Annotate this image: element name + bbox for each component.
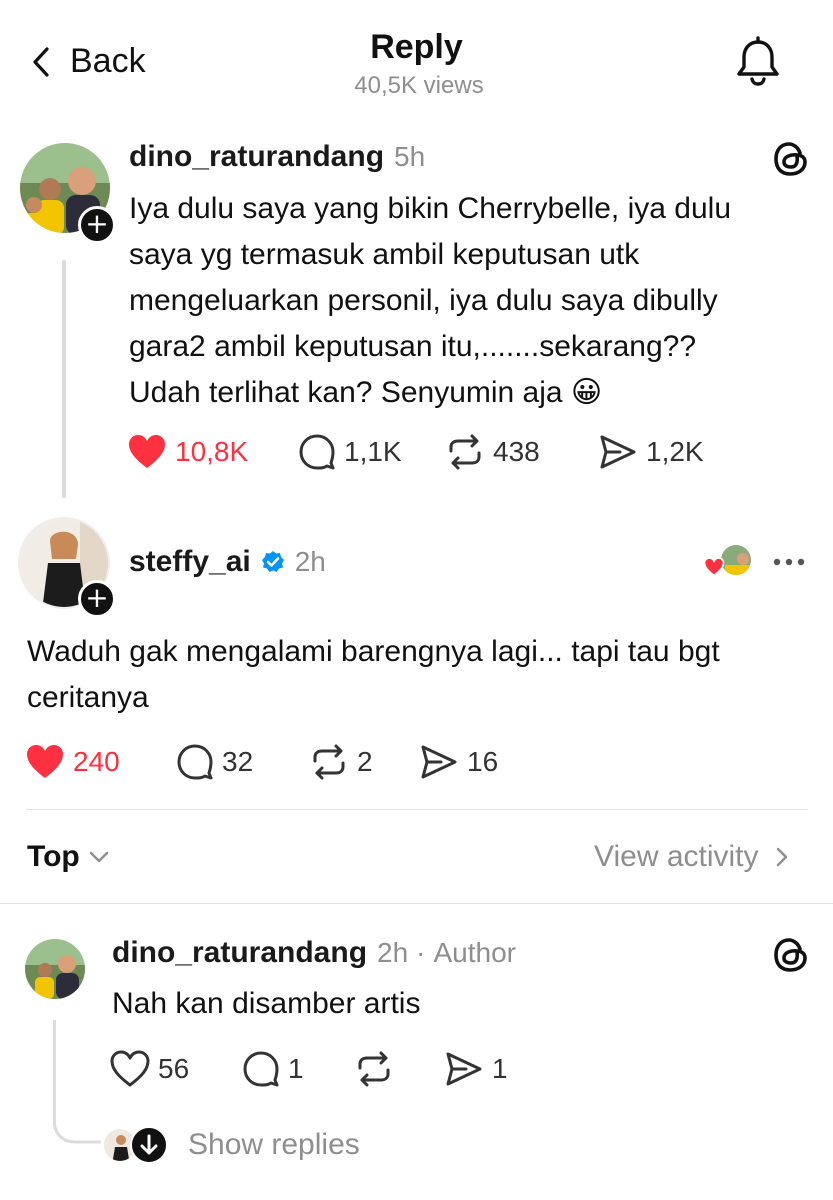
thread-line <box>62 260 66 498</box>
repost-icon <box>313 744 345 780</box>
divider <box>26 809 808 810</box>
view-activity-label: View activity <box>594 840 759 873</box>
comment-button[interactable]: 1 <box>242 1050 354 1088</box>
like-count: 56 <box>158 1053 190 1084</box>
share-button[interactable]: 1,2K <box>598 433 704 471</box>
comment-button[interactable]: 32 <box>176 743 309 781</box>
post-line: mengeluarkan personil, iya dulu saya dib… <box>129 284 718 317</box>
reply-username[interactable]: steffy_ai <box>129 545 251 579</box>
more-icon[interactable] <box>772 556 806 568</box>
sort-dropdown[interactable]: Top <box>27 840 110 874</box>
show-replies-row[interactable]: Show replies <box>102 1126 360 1164</box>
threads-icon[interactable] <box>772 140 810 178</box>
like-count: 10,8K <box>175 436 249 467</box>
comment-button[interactable]: 1,1K <box>298 433 445 471</box>
thread-connector <box>53 1108 101 1144</box>
repost-button[interactable]: 438 <box>445 433 598 471</box>
repost-icon <box>358 1051 390 1087</box>
follow-button[interactable]: + <box>78 206 116 244</box>
like-button[interactable]: 10,8K <box>127 433 298 471</box>
subreply-time: 2h <box>377 937 409 968</box>
share-count: 1 <box>492 1053 508 1084</box>
subreply-text: Nah kan disamber artis <box>112 987 421 1020</box>
comment-icon <box>243 1051 279 1087</box>
post-actions: 10,8K 1,1K 438 1,2K <box>127 433 704 471</box>
separator: · <box>416 937 426 968</box>
share-button[interactable]: 16 <box>419 743 498 781</box>
view-activity-link[interactable]: View activity <box>594 840 789 874</box>
post-line: Iya dulu saya yang bikin Cherrybelle, iy… <box>129 192 732 225</box>
bell-icon[interactable] <box>734 36 782 88</box>
divider <box>0 903 833 904</box>
like-button[interactable]: 240 <box>25 743 176 781</box>
page-title: Reply <box>370 28 463 66</box>
comment-count: 1 <box>288 1053 304 1084</box>
thread-line <box>53 1020 56 1120</box>
reply-line: Waduh gak mengalami barengnya lagi... ta… <box>27 635 720 668</box>
author-badge: Author <box>433 937 517 968</box>
post-username[interactable]: dino_raturandang <box>129 140 384 174</box>
post-text: Iya dulu saya yang bikin Cherrybelle, iy… <box>129 186 731 416</box>
share-icon <box>421 745 457 779</box>
like-button[interactable]: 56 <box>110 1050 242 1088</box>
post-time: 5h <box>394 141 426 172</box>
repost-button[interactable]: 2 <box>309 743 419 781</box>
threads-icon[interactable] <box>772 936 810 974</box>
heart-icon <box>129 435 165 468</box>
heart-icon <box>27 745 63 778</box>
arrow-down-icon <box>130 1126 168 1164</box>
liked-by-author-indicator <box>701 543 755 579</box>
repost-icon <box>449 434 481 470</box>
share-icon <box>600 435 636 469</box>
reply-time: 2h <box>294 546 326 577</box>
share-count: 16 <box>467 746 499 777</box>
repost-count: 438 <box>493 436 540 467</box>
sort-label: Top <box>27 840 80 873</box>
comment-icon <box>299 434 335 470</box>
repost-button[interactable] <box>354 1050 444 1088</box>
follow-button[interactable]: + <box>78 580 116 618</box>
chevron-right-icon <box>776 847 787 867</box>
post-line: Udah terlihat kan? Senyumin aja 😀 <box>129 376 603 409</box>
comment-count: 1,1K <box>344 436 402 467</box>
share-count: 1,2K <box>646 436 704 467</box>
post-line: gara2 ambil keputusan itu,.......sekaran… <box>129 330 697 363</box>
view-count: 40,5K views <box>354 72 484 99</box>
heart-icon <box>703 557 725 577</box>
like-count: 240 <box>73 746 120 777</box>
reply-actions: 240 32 2 16 <box>25 743 498 781</box>
subreply-username[interactable]: dino_raturandang <box>112 936 367 970</box>
verified-icon <box>261 551 284 572</box>
post-line: saya yg termasuk ambil keputusan utk <box>129 238 640 271</box>
comment-count: 32 <box>222 746 254 777</box>
share-icon <box>446 1052 482 1086</box>
show-replies-label: Show replies <box>188 1128 360 1161</box>
reply-line: ceritanya <box>27 681 149 714</box>
share-button[interactable]: 1 <box>444 1050 508 1088</box>
comment-icon <box>177 744 213 780</box>
chevron-down-icon <box>89 851 108 863</box>
reply-text: Waduh gak mengalami barengnya lagi... ta… <box>27 629 720 721</box>
repost-count: 2 <box>357 746 373 777</box>
subreply-actions: 56 1 1 <box>110 1050 508 1088</box>
heart-icon <box>110 1050 150 1087</box>
avatar[interactable] <box>25 939 85 999</box>
